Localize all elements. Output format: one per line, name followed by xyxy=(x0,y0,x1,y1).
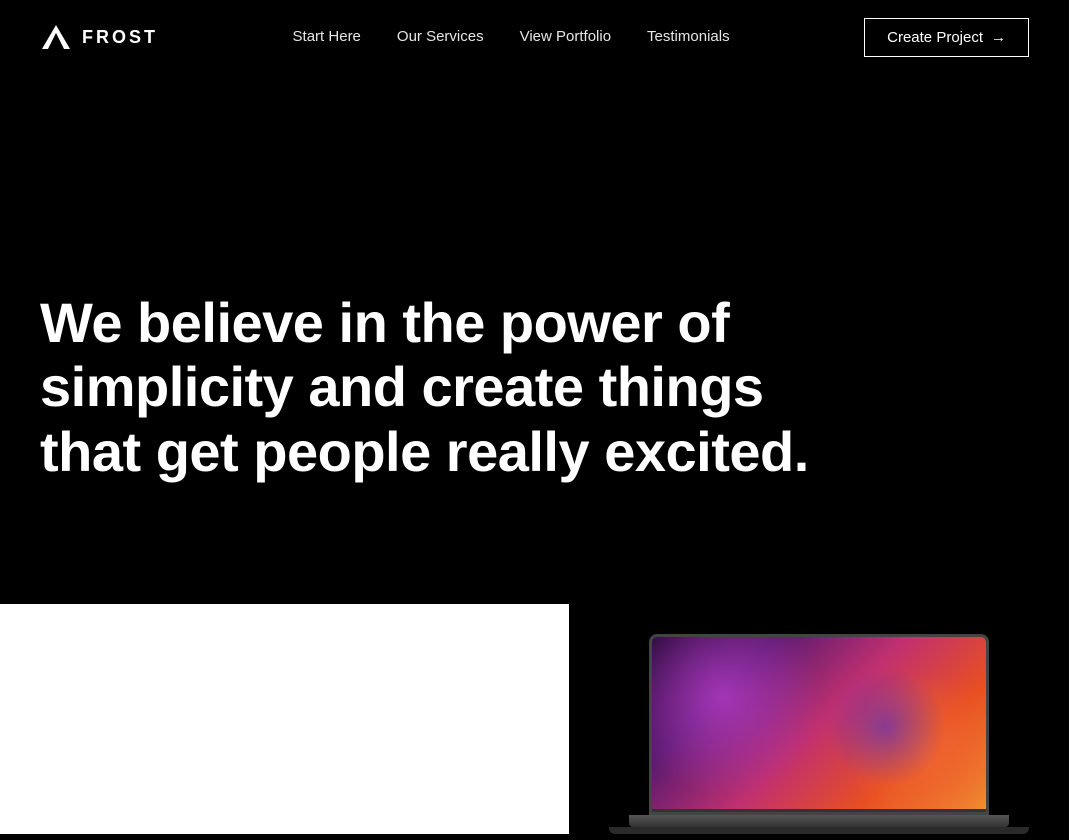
laptop-mockup xyxy=(609,634,1029,834)
hero-section: We believe in the power of simplicity an… xyxy=(0,74,1069,604)
create-project-label: Create Project xyxy=(887,29,983,46)
nav-start-here[interactable]: Start Here xyxy=(293,28,361,45)
laptop-base-bottom xyxy=(609,827,1029,834)
nav-testimonials[interactable]: Testimonials xyxy=(647,28,730,45)
nav-view-portfolio[interactable]: View Portfolio xyxy=(520,28,611,45)
hero-headline: We believe in the power of simplicity an… xyxy=(40,291,860,484)
screen-decoration-1 xyxy=(649,634,822,797)
create-project-arrow: → xyxy=(991,29,1006,46)
brand-name: FROST xyxy=(82,27,158,48)
lower-section xyxy=(0,604,1069,834)
lower-left-panel xyxy=(0,604,569,834)
screen-decoration-3 xyxy=(826,667,946,787)
navbar: FROST Start Here Our Services View Portf… xyxy=(0,0,1069,74)
logo-icon xyxy=(40,23,72,51)
nav-links: Start Here Our Services View Portfolio T… xyxy=(293,28,730,46)
lower-right-panel xyxy=(569,604,1069,834)
laptop-screen xyxy=(649,634,989,815)
logo-link[interactable]: FROST xyxy=(40,23,158,51)
create-project-button[interactable]: Create Project → xyxy=(864,18,1029,57)
nav-our-services[interactable]: Our Services xyxy=(397,28,484,45)
laptop-base xyxy=(629,815,1009,827)
